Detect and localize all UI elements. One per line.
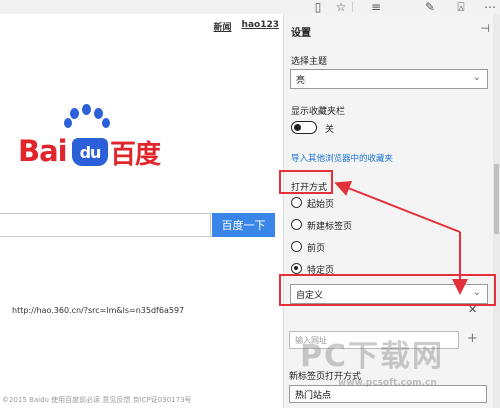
arrow-to-open-with — [334, 180, 461, 233]
watermark-url: www.pcsoft.com.cn — [338, 378, 437, 388]
watermark: PC下载网 — [300, 339, 445, 374]
